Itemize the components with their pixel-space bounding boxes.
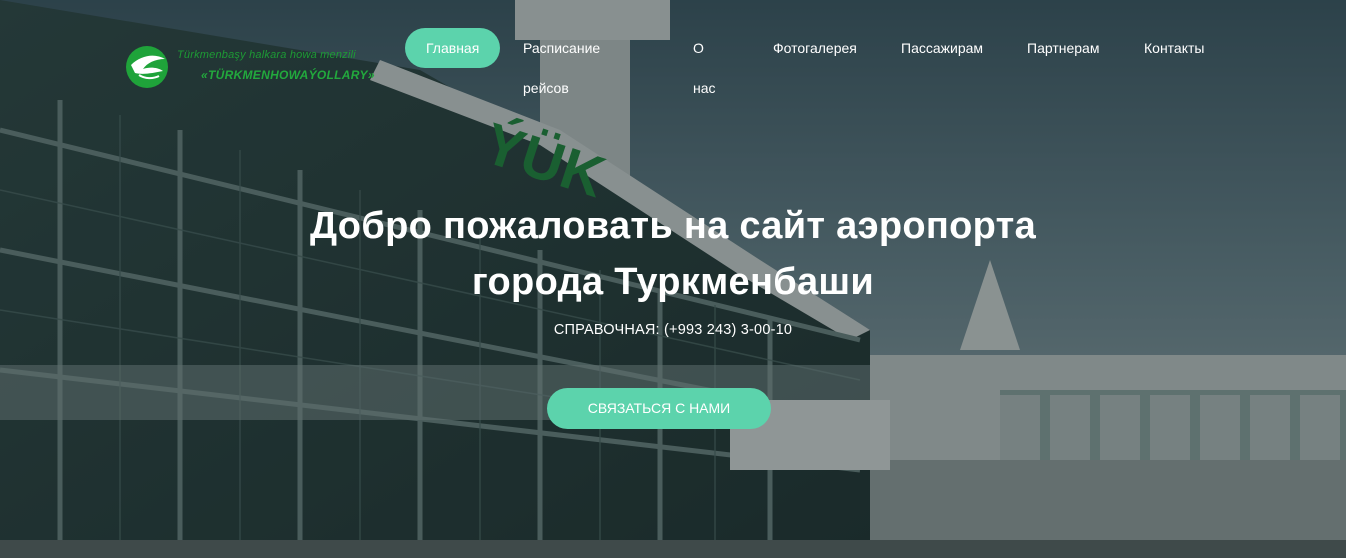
contact-us-button[interactable]: СВЯЗАТЬСЯ С НАМИ bbox=[547, 388, 771, 429]
logo-line-2: «TÜRKMENHOWAÝOLLARY» bbox=[201, 68, 375, 82]
site-header: Türkmenbaşy halkara howa menzili «TÜRKME… bbox=[0, 0, 1346, 110]
nav-item-about[interactable]: О нас bbox=[693, 28, 723, 108]
hero-title-line-2: города Туркменбаши bbox=[471, 261, 875, 303]
nav-item-partners[interactable]: Партнерам bbox=[1027, 28, 1099, 68]
hero-title-line-1: Добро пожаловать на сайт аэропорта bbox=[309, 205, 1037, 247]
nav-item-gallery[interactable]: Фотогалерея bbox=[773, 28, 857, 68]
nav-item-passengers[interactable]: Пассажирам bbox=[901, 28, 983, 68]
logo-line-1: Türkmenbaşy halkara howa menzili bbox=[177, 49, 356, 61]
nav-item-contacts[interactable]: Контакты bbox=[1144, 28, 1204, 68]
bird-emblem-icon bbox=[126, 46, 168, 88]
site-logo[interactable]: Türkmenbaşy halkara howa menzili «TÜRKME… bbox=[125, 45, 395, 90]
nav-item-schedule[interactable]: Расписание рейсов bbox=[523, 28, 618, 108]
hero-title: Добро пожаловать на сайт аэропорта город… bbox=[0, 198, 1346, 310]
hero-section: ÝÜK Türkmenbaşy halkara howa menzili «TÜ… bbox=[0, 0, 1346, 558]
hero-phone: СПРАВОЧНАЯ: (+993 243) 3-00-10 bbox=[553, 322, 793, 338]
nav-item-home[interactable]: Главная bbox=[405, 28, 501, 68]
